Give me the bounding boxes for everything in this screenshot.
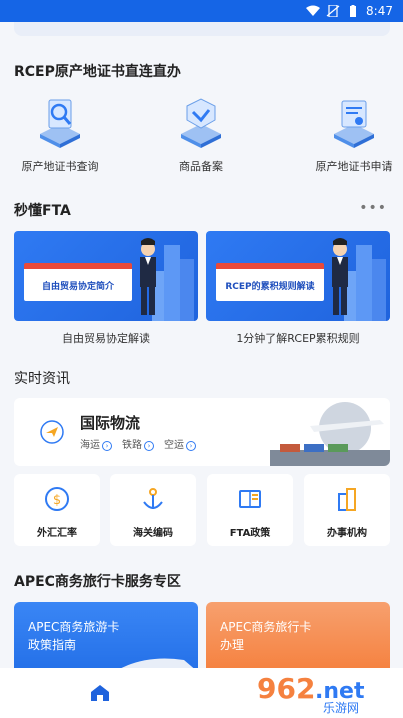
clock: 8:47 bbox=[366, 4, 393, 18]
apec-policy-line1: APEC商务旅游卡 bbox=[28, 620, 120, 634]
svg-text:乐游网: 乐游网 bbox=[323, 701, 359, 714]
news-section-title: 实时资讯 bbox=[14, 371, 70, 387]
customs-code-label: 海关编码 bbox=[133, 528, 173, 539]
logistics-illustration bbox=[270, 402, 390, 466]
air-link[interactable]: 空运 › bbox=[164, 436, 196, 451]
no-sim-icon bbox=[326, 5, 340, 17]
product-record-label: 商品备案 bbox=[179, 160, 223, 173]
chevron-right-icon: › bbox=[144, 441, 154, 451]
anchor-icon bbox=[143, 488, 163, 509]
currency-exchange-icon: $ bbox=[45, 487, 69, 511]
battery-icon bbox=[350, 5, 357, 17]
rcep-rules-video[interactable]: RCEP的累积规则解读 bbox=[206, 231, 390, 321]
video-sign: 自由贸易协定简介 bbox=[24, 263, 132, 301]
home-icon[interactable] bbox=[90, 684, 110, 702]
fta-policy-label: FTA政策 bbox=[229, 528, 271, 539]
chevron-right-icon: › bbox=[102, 441, 112, 451]
logistics-links: 海运 › 铁路 › 空运 › bbox=[80, 436, 196, 451]
svg-text:$: $ bbox=[53, 493, 61, 508]
apec-section-title: APEC商务旅行卡服务专区 bbox=[14, 574, 181, 590]
rcep-section-title: RCEP原产地证书直连直办 bbox=[14, 64, 181, 80]
rail-link[interactable]: 铁路 › bbox=[122, 436, 154, 451]
sea-link[interactable]: 海运 › bbox=[80, 436, 112, 451]
apec-policy-line2: 政策指南 bbox=[28, 638, 77, 652]
logistics-card[interactable]: 国际物流 海运 › 铁路 › 空运 › bbox=[14, 398, 390, 466]
video-sign: RCEP的累积规则解读 bbox=[216, 263, 324, 301]
apec-apply-line1: APEC商务旅行卡 bbox=[220, 620, 312, 634]
exchange-rate-label: 外汇汇率 bbox=[37, 528, 77, 539]
plane-icon bbox=[40, 420, 64, 444]
more-options-button[interactable]: ••• bbox=[359, 200, 387, 216]
building-icon bbox=[338, 488, 356, 511]
top-banner-card[interactable] bbox=[14, 22, 390, 36]
bottom-nav: 962 .net 乐游网 bbox=[0, 668, 403, 718]
site-watermark: 962 .net 乐游网 bbox=[257, 668, 397, 715]
fta-section-title: 秒懂FTA bbox=[14, 203, 71, 219]
exchange-rate-tile[interactable]: $ 外汇汇率 bbox=[14, 474, 100, 546]
product-record-item[interactable]: 商品备案 bbox=[141, 96, 261, 174]
rcep-rules-caption: 1分钟了解RCEP累积规则 bbox=[236, 332, 360, 345]
cert-query-item[interactable]: 原产地证书查询 bbox=[0, 96, 120, 174]
cert-apply-item[interactable]: 原产地证书申请 bbox=[294, 96, 403, 174]
cert-apply-label: 原产地证书申请 bbox=[315, 160, 393, 173]
certificate-icon bbox=[329, 96, 379, 148]
check-badge-icon bbox=[176, 96, 226, 148]
customs-code-tile[interactable]: 海关编码 bbox=[110, 474, 196, 546]
apec-policy-card[interactable]: APEC商务旅游卡 政策指南 bbox=[14, 602, 198, 672]
cert-services-row: 原产地证书查询 商品备案 原产地证书申请 bbox=[0, 96, 403, 176]
chevron-right-icon: › bbox=[186, 441, 196, 451]
apec-apply-card[interactable]: APEC商务旅行卡 办理 bbox=[206, 602, 390, 672]
apec-apply-line2: 办理 bbox=[220, 638, 245, 652]
search-document-icon bbox=[35, 96, 85, 148]
offices-tile[interactable]: 办事机构 bbox=[304, 474, 390, 546]
fta-policy-tile[interactable]: FTA政策 bbox=[207, 474, 293, 546]
offices-label: 办事机构 bbox=[327, 528, 367, 539]
fta-intro-caption: 自由贸易协定解读 bbox=[62, 332, 150, 345]
svg-text:962: 962 bbox=[257, 672, 315, 705]
fta-intro-video[interactable]: 自由贸易协定简介 bbox=[14, 231, 198, 321]
wifi-icon bbox=[306, 5, 321, 16]
policy-book-icon bbox=[239, 490, 261, 508]
status-bar: 8:47 bbox=[0, 0, 403, 22]
cert-query-label: 原产地证书查询 bbox=[21, 160, 99, 173]
logistics-title: 国际物流 bbox=[80, 414, 141, 432]
